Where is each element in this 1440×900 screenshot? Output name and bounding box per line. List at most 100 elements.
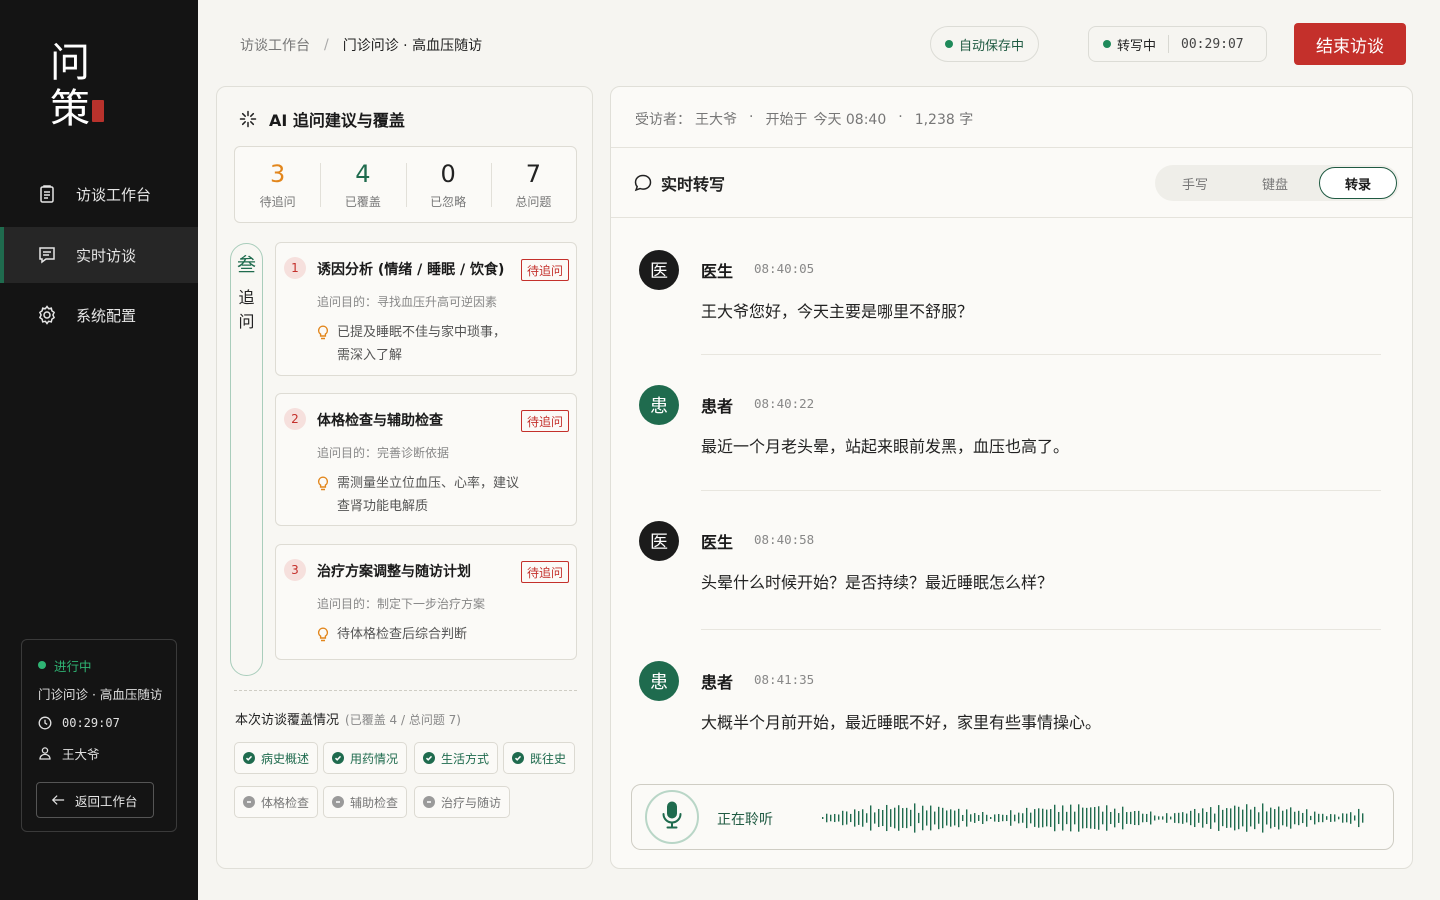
message-divider	[701, 629, 1381, 630]
mode-handwrite[interactable]: 手写	[1155, 167, 1235, 199]
chip-label: 病史概述	[261, 751, 310, 766]
nav-item-live-interview[interactable]: 实时访谈	[0, 227, 198, 283]
seal-stamp	[92, 100, 104, 122]
lightbulb-icon	[317, 627, 335, 650]
nav-item-workbench[interactable]: 访谈工作台	[0, 166, 198, 222]
nav-item-settings[interactable]: 系统配置	[0, 287, 198, 343]
question-index: 2	[284, 408, 306, 430]
waveform-bar	[1106, 805, 1108, 831]
meta-dot: ·	[749, 109, 754, 125]
message-time: 08:41:35	[754, 672, 815, 687]
speaker-name: 医生	[701, 262, 734, 281]
question-stats: 3 待追问 4 已覆盖 0 已忽略 7 总问题	[234, 146, 577, 223]
mode-transcribe[interactable]: 转录	[1319, 167, 1397, 199]
header-divider	[611, 147, 1412, 148]
nav-label: 系统配置	[76, 306, 137, 325]
logo-char-1: 问	[50, 40, 90, 86]
session-elapsed: 00:29:07	[62, 716, 120, 730]
waveform-bar	[1270, 807, 1272, 829]
waveform-bar	[1098, 806, 1100, 830]
waveform-bar	[1150, 811, 1152, 825]
mode-keyboard[interactable]: 键盘	[1235, 167, 1315, 199]
interviewee-name: 王大爷	[695, 112, 737, 128]
user-icon	[38, 746, 52, 760]
gear-icon	[36, 304, 58, 326]
coverage-chip-covered[interactable]: 既往史	[503, 742, 576, 774]
message-text: 最近一个月老头晕，站起来眼前发黑，血压也高了。	[701, 437, 1070, 456]
stat-pending: 3 待追问	[235, 147, 320, 222]
minus-icon	[243, 796, 255, 808]
check-icon	[243, 752, 255, 764]
waveform-bar	[1010, 810, 1012, 826]
autosave-dot	[945, 40, 953, 48]
listening-status: 正在聆听	[717, 812, 773, 828]
waveform-bar	[1210, 807, 1212, 829]
question-card[interactable]: 3 治疗方案调整与随访计划 待追问 追问目的：制定下一步治疗方案 待体格检查后综…	[275, 544, 577, 660]
waveform-bar	[838, 814, 840, 822]
waveform-bar	[998, 814, 1000, 822]
waveform-bar	[886, 804, 888, 832]
waveform-bar	[930, 805, 932, 831]
waveform-bar	[1102, 811, 1104, 825]
question-card[interactable]: 1 诱因分析 (情绪 / 睡眠 / 饮食) 待追问 追问目的：寻找血压升高可逆因…	[275, 242, 577, 376]
question-hint: 需测量坐立位血压、心率，建议 查肾功能电解质	[317, 472, 537, 518]
minus-icon	[423, 796, 435, 808]
waveform-bar	[1274, 809, 1276, 827]
back-to-workbench-button[interactable]: 返回工作台	[36, 782, 154, 818]
waveform-bar	[1006, 814, 1008, 822]
avatar: 医	[639, 250, 679, 290]
waveform-bar	[1030, 812, 1032, 824]
start-label: 开始于	[765, 112, 808, 128]
waveform-bar	[934, 811, 936, 825]
coverage-chip-covered[interactable]: 生活方式	[414, 742, 499, 774]
check-icon	[423, 752, 435, 764]
coverage-chip-uncovered[interactable]: 体格检查	[234, 786, 319, 818]
session-name: 门诊问诊 · 高血压随访	[38, 686, 163, 702]
waveform-bar	[946, 810, 948, 826]
waveform-bar	[1238, 806, 1240, 830]
stat-value: 0	[440, 160, 456, 188]
waveform-bar	[1034, 809, 1036, 827]
start-time: 今天 08:40	[813, 112, 887, 128]
message-text: 大概半个月前开始，最近睡眠不好，家里有些事情操心。	[701, 713, 1102, 732]
waveform-bar	[1310, 815, 1312, 821]
session-status: 进行中	[54, 658, 92, 674]
waveform-bar	[1090, 807, 1092, 829]
microphone-button[interactable]	[645, 790, 699, 844]
coverage-chip-covered[interactable]: 用药情况	[323, 742, 408, 774]
coverage-chip-uncovered[interactable]: 治疗与随访	[414, 786, 511, 818]
waveform-bar	[1138, 810, 1140, 826]
hint-line: 需测量坐立位血压、心率，建议	[337, 476, 520, 491]
end-interview-button[interactable]: 结束访谈	[1294, 23, 1406, 65]
breadcrumb-root[interactable]: 访谈工作台	[240, 35, 310, 55]
coverage-title-text: 本次访谈覆盖情况	[235, 713, 340, 728]
waveform-bar	[1162, 816, 1164, 820]
waveform-bar	[1018, 812, 1020, 824]
avatar: 患	[639, 385, 679, 425]
waveform-bar	[1002, 814, 1004, 822]
waveform-bar	[870, 805, 872, 831]
waveform-bar	[1182, 812, 1184, 824]
waveform-bar	[1038, 808, 1040, 828]
meta-dot: ·	[898, 109, 903, 125]
coverage-chip-uncovered[interactable]: 辅助检查	[323, 786, 408, 818]
waveform-bar	[1186, 813, 1188, 823]
waveform-bar	[1318, 813, 1320, 823]
avatar: 医	[639, 521, 679, 561]
waveform-bar	[1206, 811, 1208, 825]
waveform-bar	[1342, 813, 1344, 823]
waveform-bar	[834, 813, 836, 823]
waveform-bar	[1094, 807, 1096, 829]
waveform-bar	[1358, 808, 1360, 828]
question-index: 3	[284, 559, 306, 581]
question-card[interactable]: 2 体格检查与辅助检查 待追问 追问目的：完善诊断依据 需测量坐立位血压、心率，…	[275, 393, 577, 526]
question-title: 诱因分析 (情绪 / 睡眠 / 饮食)	[317, 262, 505, 278]
rail-char: 问	[238, 312, 255, 331]
question-purpose: 追问目的：寻找血压升高可逆因素	[317, 295, 498, 309]
coverage-chip-covered[interactable]: 病史概述	[234, 742, 319, 774]
waveform-bar	[1114, 808, 1116, 828]
waveform-bar	[1254, 806, 1256, 830]
stat-label: 总问题	[515, 195, 552, 209]
waveform-bar	[910, 809, 912, 827]
waveform-bar	[874, 812, 876, 824]
